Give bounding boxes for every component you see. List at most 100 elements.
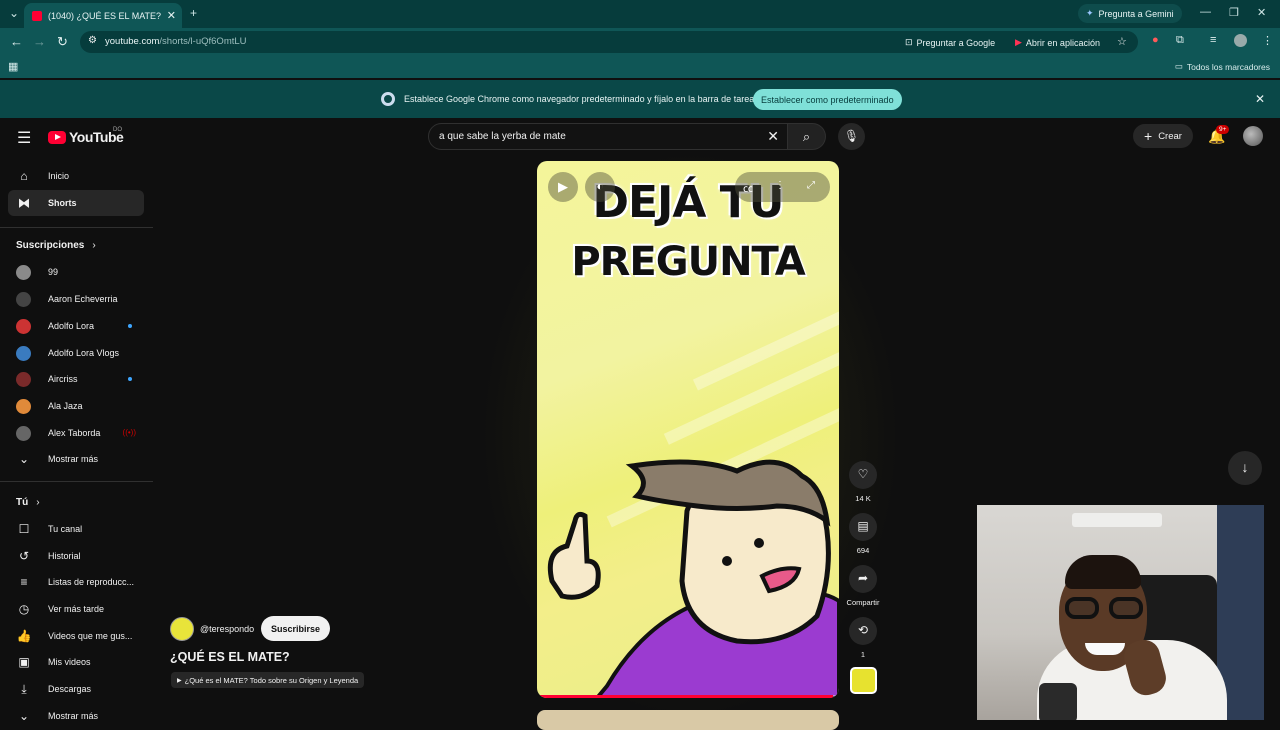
share-icon: ➦ xyxy=(857,571,869,585)
fullscreen-icon[interactable]: ⤢ xyxy=(807,180,815,191)
tab-close-icon[interactable]: ✕ xyxy=(167,9,176,22)
search-button[interactable]: ⌕ xyxy=(788,123,826,150)
sidebar-item-history[interactable]: ↺ Historial xyxy=(8,543,144,569)
live-indicator-icon: ((•)) xyxy=(122,428,136,437)
account-avatar[interactable] xyxy=(1243,126,1263,146)
site-info-icon[interactable]: ⚙ xyxy=(88,35,97,46)
share-button[interactable]: ➦ xyxy=(849,565,877,593)
sidebar-sub-99[interactable]: 99 xyxy=(8,259,144,285)
window-close-icon[interactable]: ✕ xyxy=(1257,6,1266,19)
profile-icon[interactable] xyxy=(1234,34,1247,47)
microphone xyxy=(1039,683,1077,720)
air-conditioner xyxy=(1072,513,1162,527)
volume-icon: ◐ xyxy=(596,179,604,193)
new-content-dot xyxy=(128,324,132,328)
volume-button[interactable]: ◐ xyxy=(585,172,615,202)
sidebar-divider xyxy=(0,227,153,228)
you-heading[interactable]: Tú › xyxy=(16,497,40,508)
microphone-icon: 🎙 xyxy=(843,129,860,143)
back-icon[interactable]: ← xyxy=(10,34,23,49)
reload-icon[interactable]: ↻ xyxy=(57,34,68,50)
plus-icon: + xyxy=(1144,128,1153,144)
watch-later-icon: ◷ xyxy=(18,602,30,616)
reading-list-icon[interactable]: ≡ xyxy=(1210,34,1216,46)
sidebar-item-home[interactable]: ⌂ Inicio xyxy=(8,163,144,189)
browser-menu-icon[interactable]: ⋮ xyxy=(1262,34,1273,47)
shorts-video-player[interactable]: DEJÁ TU PREGUNTA ▶ ◐ ㏄ ⋮ ⤢ xyxy=(537,161,839,698)
address-bar[interactable]: ⚙ youtube.com/shorts/l-uQf6OmtLU ⊡ Pregu… xyxy=(80,31,1138,53)
sidebar-sub-adolfo-lora-vlogs[interactable]: Adolfo Lora Vlogs xyxy=(8,340,144,366)
sidebar-item-liked-videos[interactable]: 👍 Videos que me gus... xyxy=(8,623,144,649)
video-progress-bar[interactable] xyxy=(537,695,839,698)
play-button[interactable]: ▶ xyxy=(548,172,578,202)
player-controls-group: ㏄ ⋮ ⤢ xyxy=(735,172,830,202)
my-videos-icon: ▣ xyxy=(18,655,30,669)
channel-avatar[interactable] xyxy=(170,617,194,641)
remix-button[interactable]: ⟲ xyxy=(849,617,877,645)
sidebar-sub-aaron-echeverria[interactable]: Aaron Echeverria xyxy=(8,286,144,312)
minimize-icon[interactable]: — xyxy=(1200,6,1211,18)
hamburger-menu-icon[interactable]: ☰ xyxy=(17,128,31,148)
like-button[interactable]: ♡ xyxy=(849,461,877,489)
voice-search-button[interactable]: 🎙 xyxy=(838,123,865,150)
sidebar-sub-adolfo-lora[interactable]: Adolfo Lora xyxy=(8,313,144,339)
show-more-subscriptions[interactable]: ⌄ Mostrar más xyxy=(8,446,144,472)
clear-search-icon[interactable]: ✕ xyxy=(767,128,779,145)
share-label: Compartir xyxy=(846,598,880,607)
sidebar-item-playlists[interactable]: ≡ Listas de reproducc... xyxy=(8,569,144,595)
browser-toolbar: ← → ↻ ⚙ youtube.com/shorts/l-uQf6OmtLU ⊡… xyxy=(0,28,1280,56)
tab-search-icon[interactable]: ⌄ xyxy=(9,6,19,20)
open-in-app-label: Abrir en aplicación xyxy=(1025,37,1100,48)
gemini-button[interactable]: ✦ Pregunta a Gemini xyxy=(1078,4,1182,23)
next-video-button[interactable]: ↓ xyxy=(1228,451,1262,485)
youtube-app-icon: ▶ xyxy=(1015,37,1022,47)
more-options-icon[interactable]: ⋮ xyxy=(775,180,785,191)
sidebar-sub-aircriss[interactable]: Aircriss xyxy=(8,366,144,392)
extension-icon[interactable]: ● xyxy=(1152,34,1159,46)
download-icon: ⤓ xyxy=(21,681,27,696)
ask-google-button[interactable]: ⊡ Preguntar a Google xyxy=(905,35,995,50)
chevron-right-icon: › xyxy=(92,240,96,251)
subscribe-button[interactable]: Suscribirse xyxy=(261,616,331,641)
youtube-play-logo-icon xyxy=(48,130,66,144)
create-button[interactable]: + Crear xyxy=(1133,124,1193,148)
sidebar-item-my-videos[interactable]: ▣ Mis videos xyxy=(8,649,144,675)
sidebar-sub-ala-jaza[interactable]: Ala Jaza xyxy=(8,393,144,419)
set-default-label: Establecer como predeterminado xyxy=(761,94,894,105)
all-bookmarks-button[interactable]: ▭ Todos los marcadores xyxy=(1175,61,1270,72)
url-text[interactable]: youtube.com/shorts/l-uQf6OmtLU xyxy=(105,36,247,47)
sidebar-item-watch-later[interactable]: ◷ Ver más tarde xyxy=(8,596,144,622)
related-video-link[interactable]: ▶ ¿Qué es el MATE? Todo sobre su Origen … xyxy=(171,672,365,688)
browser-tab[interactable]: (1040) ¿QUÉ ES EL MATE? - You ✕ xyxy=(24,3,182,28)
show-more-you[interactable]: ⌄ Mostrar más xyxy=(8,703,144,729)
subscribe-label: Suscribirse xyxy=(271,623,321,634)
you-title: Tú xyxy=(16,497,29,508)
sidebar-item-shorts[interactable]: ⧓ Shorts xyxy=(8,190,144,216)
all-bookmarks-label: Todos los marcadores xyxy=(1186,61,1270,72)
forward-icon[interactable]: → xyxy=(33,34,46,49)
set-default-button[interactable]: Establecer como predeterminado xyxy=(753,89,902,110)
subscriptions-heading[interactable]: Suscripciones › xyxy=(16,240,96,251)
apps-grid-icon[interactable]: ▦ xyxy=(8,60,18,73)
extensions-puzzle-icon[interactable]: ⧉ xyxy=(1176,34,1184,47)
audio-source-thumbnail[interactable] xyxy=(850,667,877,694)
captions-icon[interactable]: ㏄ xyxy=(743,180,753,195)
channel-name[interactable]: @terespondo xyxy=(200,624,254,634)
video-title[interactable]: ¿QUÉ ES EL MATE? xyxy=(170,650,290,664)
playlists-icon: ≡ xyxy=(20,575,28,589)
restore-icon[interactable]: ❐ xyxy=(1229,6,1239,19)
gemini-icon: ✦ xyxy=(1086,8,1094,18)
infobar-close-icon[interactable]: ✕ xyxy=(1255,92,1265,106)
comments-button[interactable]: ▤ xyxy=(849,513,877,541)
related-video-label: ¿Qué es el MATE? Todo sobre su Origen y … xyxy=(184,675,359,685)
sidebar-sub-alex-taborda[interactable]: Alex Taborda ((•)) xyxy=(8,420,144,446)
search-input[interactable]: a que sabe la yerba de mate ✕ xyxy=(428,123,788,150)
sidebar-item-downloads[interactable]: ⤓ Descargas xyxy=(8,676,144,702)
next-short-preview[interactable] xyxy=(537,710,839,730)
channel-avatar xyxy=(16,425,31,441)
open-in-app-button[interactable]: ▶ Abrir en aplicación xyxy=(1015,35,1100,50)
bookmark-star-icon[interactable]: ☆ xyxy=(1117,35,1127,48)
folder-icon: ▭ xyxy=(1174,61,1183,71)
sidebar-item-your-channel[interactable]: ☐ Tu canal xyxy=(8,516,144,542)
new-tab-icon[interactable]: + xyxy=(190,6,197,20)
